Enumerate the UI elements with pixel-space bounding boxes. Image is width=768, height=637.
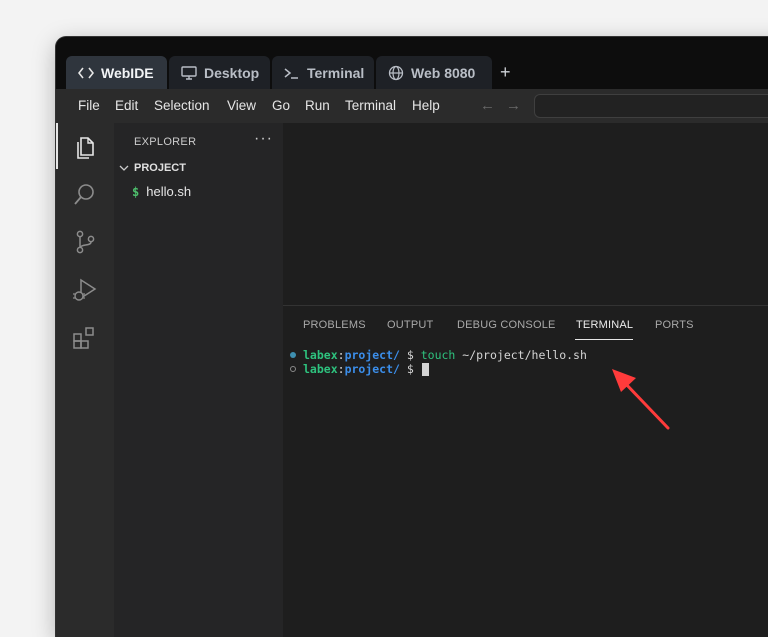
terminal-path: project/ (344, 362, 400, 376)
menu-selection[interactable]: Selection (154, 98, 210, 113)
project-folder[interactable]: PROJECT (119, 162, 186, 174)
back-arrow-icon[interactable]: ← (480, 97, 495, 114)
code-icon (78, 67, 94, 78)
terminal-separator: : (337, 362, 345, 376)
terminal-user: labex (303, 362, 338, 376)
tab-label: Terminal (307, 64, 365, 81)
tab-bar: WebIDE Desktop Terminal Web 8080 + (56, 37, 768, 89)
tab-label: Desktop (204, 64, 260, 81)
activity-bar (56, 123, 114, 637)
command-center-search[interactable] (534, 94, 768, 118)
tab-webide[interactable]: WebIDE (66, 56, 167, 89)
explorer-icon (77, 137, 94, 159)
command-pending-icon (290, 366, 296, 372)
activity-explorer[interactable] (56, 123, 114, 169)
terminal-user: labex (303, 348, 338, 362)
tab-label: WebIDE (101, 64, 154, 81)
chevron-down-icon (119, 165, 129, 171)
monitor-icon (181, 65, 197, 80)
menu-bar: File Edit Selection View Go Run Terminal… (56, 89, 768, 123)
add-tab-button[interactable]: + (500, 63, 511, 81)
panel-tab-problems[interactable]: PROBLEMS (303, 319, 366, 331)
activity-search[interactable] (56, 171, 114, 217)
tab-label: Web 8080 (411, 64, 476, 81)
bottom-panel: PROBLEMS OUTPUT DEBUG CONSOLE TERMINAL P… (283, 305, 768, 637)
activity-extensions[interactable] (56, 315, 114, 361)
shell-file-icon: $ (132, 184, 140, 199)
explorer-title: EXPLORER (134, 136, 197, 148)
globe-icon (388, 65, 404, 80)
terminal-prompt: $ (399, 362, 421, 376)
menu-view[interactable]: View (227, 98, 256, 113)
activity-run-debug[interactable] (56, 267, 114, 313)
menu-terminal[interactable]: Terminal (345, 98, 396, 113)
project-folder-label: PROJECT (134, 162, 186, 174)
menu-run[interactable]: Run (305, 98, 330, 113)
terminal-path: project/ (344, 348, 400, 362)
panel-tab-output[interactable]: OUTPUT (387, 319, 433, 331)
file-name: hello.sh (146, 184, 192, 199)
ide-window: WebIDE Desktop Terminal Web 8080 + File … (56, 37, 768, 637)
tab-terminal[interactable]: Terminal (272, 56, 374, 89)
command-success-icon (290, 352, 296, 358)
tab-web-8080[interactable]: Web 8080 (376, 56, 492, 89)
menu-edit[interactable]: Edit (115, 98, 138, 113)
explorer-sidebar: EXPLORER ··· PROJECT $ hello.sh (114, 123, 283, 637)
extensions-icon (73, 327, 94, 349)
terminal-separator: : (337, 348, 345, 362)
terminal-prompt: $ (399, 348, 421, 362)
panel-tab-terminal[interactable]: TERMINAL (576, 319, 633, 331)
menu-go[interactable]: Go (272, 98, 290, 113)
terminal-args: ~/project/hello.sh (455, 348, 587, 362)
panel-tab-debug-console[interactable]: DEBUG CONSOLE (457, 319, 556, 331)
terminal-cursor (421, 362, 429, 376)
terminal-line: labex: project/ $ touch ~/project/hello.s… (290, 348, 587, 362)
terminal-command: touch (420, 348, 456, 362)
terminal-prompt-icon (284, 67, 298, 79)
activity-source-control[interactable] (56, 219, 114, 265)
editor-area[interactable] (283, 123, 768, 305)
panel-tab-ports[interactable]: PORTS (655, 319, 694, 331)
run-debug-icon (73, 278, 97, 301)
menu-help[interactable]: Help (412, 98, 440, 113)
forward-arrow-icon[interactable]: → (506, 97, 521, 114)
file-item-hello-sh[interactable]: $ hello.sh (132, 184, 191, 199)
terminal-line[interactable]: labex: project/ $ (290, 362, 429, 376)
menu-file[interactable]: File (78, 98, 100, 113)
source-control-icon (76, 230, 95, 254)
tab-desktop[interactable]: Desktop (169, 56, 270, 89)
more-actions-icon[interactable]: ··· (254, 130, 273, 148)
search-icon (74, 184, 94, 205)
active-tab-indicator (575, 339, 633, 340)
